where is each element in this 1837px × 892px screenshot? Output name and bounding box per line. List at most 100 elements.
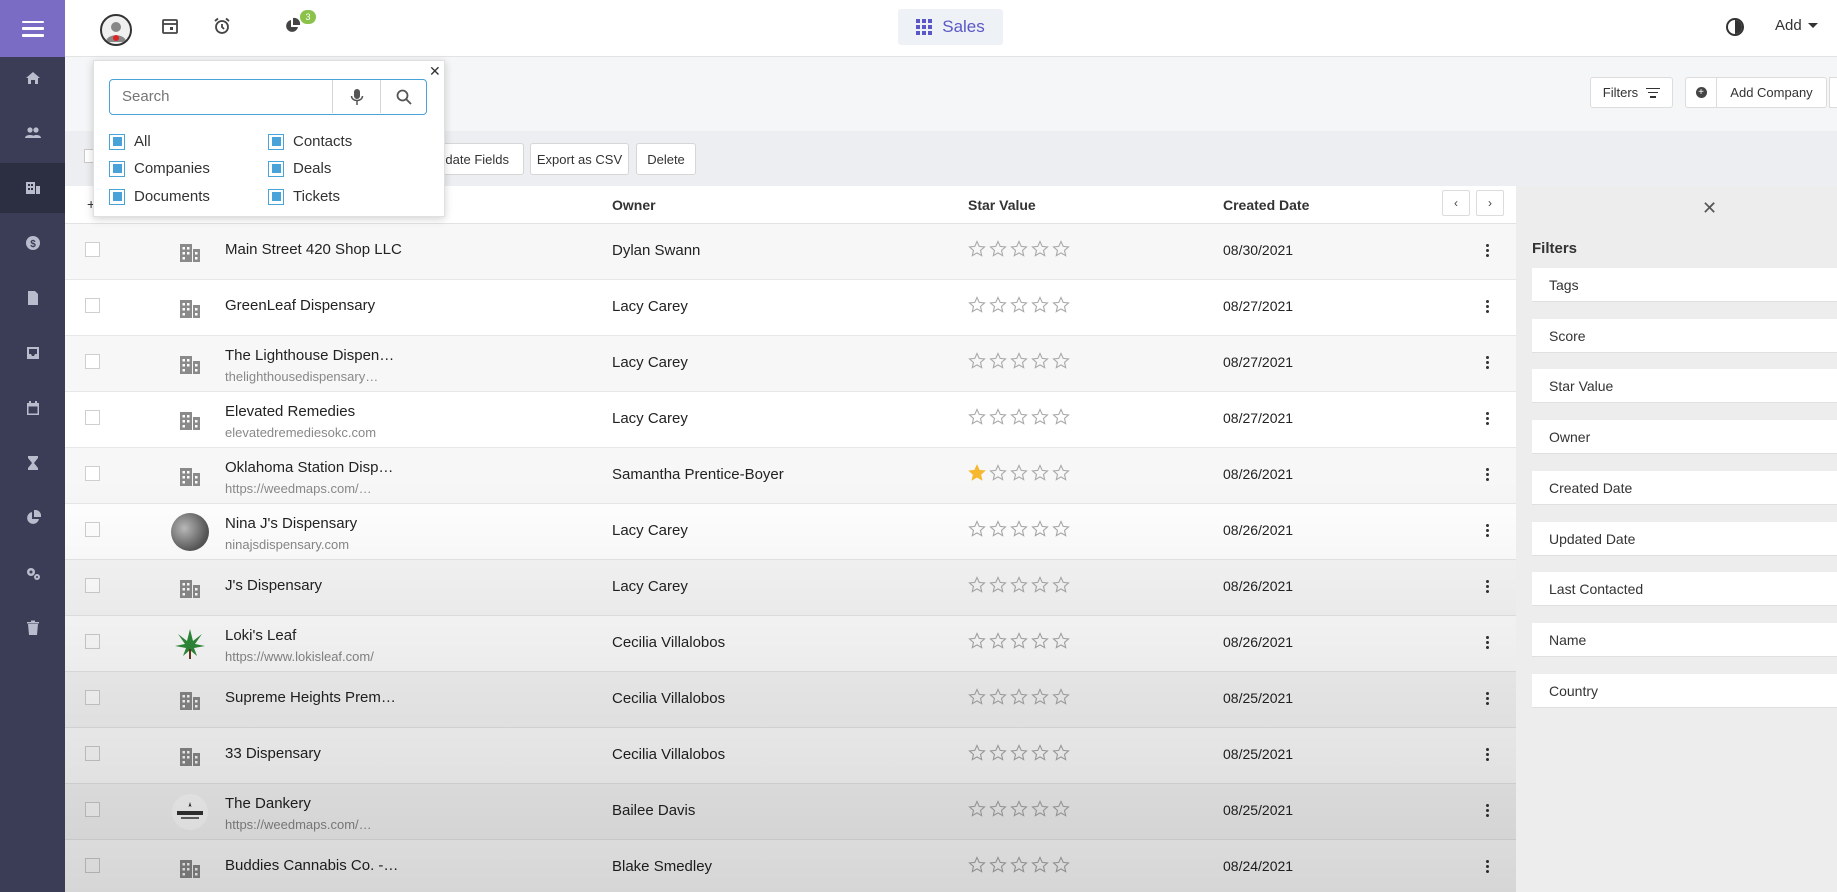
star-outline-icon[interactable] bbox=[989, 576, 1007, 594]
company-website[interactable]: thelighthousedispensary… bbox=[225, 369, 378, 384]
search-scope-option[interactable]: Contacts bbox=[268, 133, 352, 150]
filter-item[interactable]: Star Value bbox=[1532, 369, 1837, 404]
star-rating[interactable] bbox=[968, 856, 1070, 874]
star-outline-icon[interactable] bbox=[989, 296, 1007, 314]
row-checkbox[interactable] bbox=[85, 354, 100, 369]
filter-item[interactable]: Tags bbox=[1532, 268, 1837, 302]
sidebar-item-calendar[interactable] bbox=[0, 383, 65, 433]
star-outline-icon[interactable] bbox=[968, 296, 986, 314]
checkbox[interactable] bbox=[109, 133, 125, 150]
star-outline-icon[interactable] bbox=[989, 520, 1007, 538]
company-name[interactable]: Elevated Remedies bbox=[225, 403, 355, 420]
star-outline-icon[interactable] bbox=[989, 744, 1007, 762]
star-outline-icon[interactable] bbox=[968, 408, 986, 426]
company-name[interactable]: The Dankery bbox=[225, 795, 311, 812]
company-name[interactable]: 33 Dispensary bbox=[225, 745, 321, 762]
more-options-icon[interactable] bbox=[1486, 300, 1489, 313]
star-outline-icon[interactable] bbox=[1031, 464, 1049, 482]
close-icon[interactable]: ✕ bbox=[1702, 198, 1717, 219]
row-checkbox[interactable] bbox=[85, 466, 100, 481]
row-checkbox[interactable] bbox=[85, 242, 100, 257]
star-rating[interactable] bbox=[968, 408, 1070, 426]
more-options-icon[interactable] bbox=[1486, 412, 1489, 425]
star-outline-icon[interactable] bbox=[989, 856, 1007, 874]
more-options-icon[interactable] bbox=[1486, 748, 1489, 761]
filter-item[interactable]: Country bbox=[1532, 673, 1837, 708]
checkbox[interactable] bbox=[109, 188, 125, 205]
star-outline-icon[interactable] bbox=[1031, 240, 1049, 258]
row-checkbox[interactable] bbox=[85, 858, 100, 873]
row-checkbox[interactable] bbox=[85, 410, 100, 425]
sidebar-item-time[interactable] bbox=[0, 438, 65, 488]
add-company-button[interactable]: + Add Company bbox=[1685, 77, 1827, 108]
star-outline-icon[interactable] bbox=[1052, 408, 1070, 426]
star-outline-icon[interactable] bbox=[1010, 240, 1028, 258]
company-website[interactable]: https://www.lokisleaf.com/ bbox=[225, 649, 374, 664]
add-dropdown-button[interactable]: Add bbox=[1775, 17, 1818, 34]
company-website[interactable]: ninajsdispensary.com bbox=[225, 537, 349, 552]
star-outline-icon[interactable] bbox=[1031, 800, 1049, 818]
company-name[interactable]: Oklahoma Station Disp… bbox=[225, 459, 393, 476]
company-name[interactable]: Nina J's Dispensary bbox=[225, 515, 357, 532]
close-icon[interactable]: ✕ bbox=[429, 63, 441, 80]
sidebar-item-documents[interactable] bbox=[0, 273, 65, 323]
company-name[interactable]: Loki's Leaf bbox=[225, 627, 296, 644]
filter-item[interactable]: Created Date bbox=[1532, 470, 1837, 505]
star-outline-icon[interactable] bbox=[1052, 576, 1070, 594]
company-name[interactable]: Buddies Cannabis Co. -… bbox=[225, 857, 398, 874]
star-outline-icon[interactable] bbox=[968, 576, 986, 594]
star-outline-icon[interactable] bbox=[1052, 632, 1070, 650]
checkbox[interactable] bbox=[268, 160, 284, 177]
row-checkbox[interactable] bbox=[85, 522, 100, 537]
star-outline-icon[interactable] bbox=[989, 352, 1007, 370]
table-row[interactable]: Loki's Leaf https://www.lokisleaf.com/Cec… bbox=[65, 616, 1516, 672]
row-checkbox[interactable] bbox=[85, 298, 100, 313]
star-outline-icon[interactable] bbox=[1052, 296, 1070, 314]
star-rating[interactable] bbox=[968, 464, 1070, 482]
table-row[interactable]: Nina J's Dispensary ninajsdispensary.com L… bbox=[65, 504, 1516, 560]
star-outline-icon[interactable] bbox=[1052, 688, 1070, 706]
star-outline-icon[interactable] bbox=[1031, 632, 1049, 650]
star-rating[interactable] bbox=[968, 520, 1070, 538]
star-outline-icon[interactable] bbox=[1031, 576, 1049, 594]
export-csv-button[interactable]: Export as CSV bbox=[530, 143, 629, 175]
star-outline-icon[interactable] bbox=[1010, 856, 1028, 874]
company-website[interactable]: https://weedmaps.com/… bbox=[225, 817, 372, 832]
row-checkbox[interactable] bbox=[85, 578, 100, 593]
filter-item[interactable]: Owner bbox=[1532, 420, 1837, 455]
row-checkbox[interactable] bbox=[85, 802, 100, 817]
star-rating[interactable] bbox=[968, 240, 1070, 258]
sidebar-item-companies[interactable] bbox=[0, 163, 65, 213]
more-options-icon[interactable] bbox=[1486, 804, 1489, 817]
table-row[interactable]: The Dankery https://weedmaps.com/… Bailee … bbox=[65, 784, 1516, 840]
sidebar-item-trash[interactable] bbox=[0, 603, 65, 653]
star-outline-icon[interactable] bbox=[989, 240, 1007, 258]
more-options-icon[interactable] bbox=[1486, 860, 1489, 873]
star-outline-icon[interactable] bbox=[968, 520, 986, 538]
checkbox[interactable] bbox=[268, 133, 284, 150]
filter-item[interactable]: Name bbox=[1532, 622, 1837, 657]
row-checkbox[interactable] bbox=[85, 746, 100, 761]
star-outline-icon[interactable] bbox=[1010, 408, 1028, 426]
star-outline-icon[interactable] bbox=[1010, 464, 1028, 482]
search-icon[interactable] bbox=[380, 80, 426, 113]
star-outline-icon[interactable] bbox=[1031, 688, 1049, 706]
theme-toggle-icon[interactable] bbox=[1726, 18, 1744, 36]
star-outline-icon[interactable] bbox=[968, 352, 986, 370]
star-outline-icon[interactable] bbox=[1052, 856, 1070, 874]
overflow-button[interactable] bbox=[1829, 77, 1837, 108]
search-scope-option[interactable]: Companies bbox=[109, 160, 210, 177]
star-rating[interactable] bbox=[968, 296, 1070, 314]
star-outline-icon[interactable] bbox=[968, 856, 986, 874]
star-rating[interactable] bbox=[968, 632, 1070, 650]
company-name[interactable]: Supreme Heights Prem… bbox=[225, 689, 396, 706]
star-outline-icon[interactable] bbox=[989, 688, 1007, 706]
sidebar-item-contacts[interactable] bbox=[0, 108, 65, 158]
star-outline-icon[interactable] bbox=[1031, 856, 1049, 874]
company-name[interactable]: Main Street 420 Shop LLC bbox=[225, 241, 402, 258]
scroll-left-button[interactable]: ‹ bbox=[1442, 190, 1470, 216]
sidebar-item-inbox[interactable] bbox=[0, 328, 65, 378]
sidebar-item-settings[interactable] bbox=[0, 548, 65, 598]
sidebar-item-reports[interactable] bbox=[0, 493, 65, 543]
company-name[interactable]: GreenLeaf Dispensary bbox=[225, 297, 375, 314]
